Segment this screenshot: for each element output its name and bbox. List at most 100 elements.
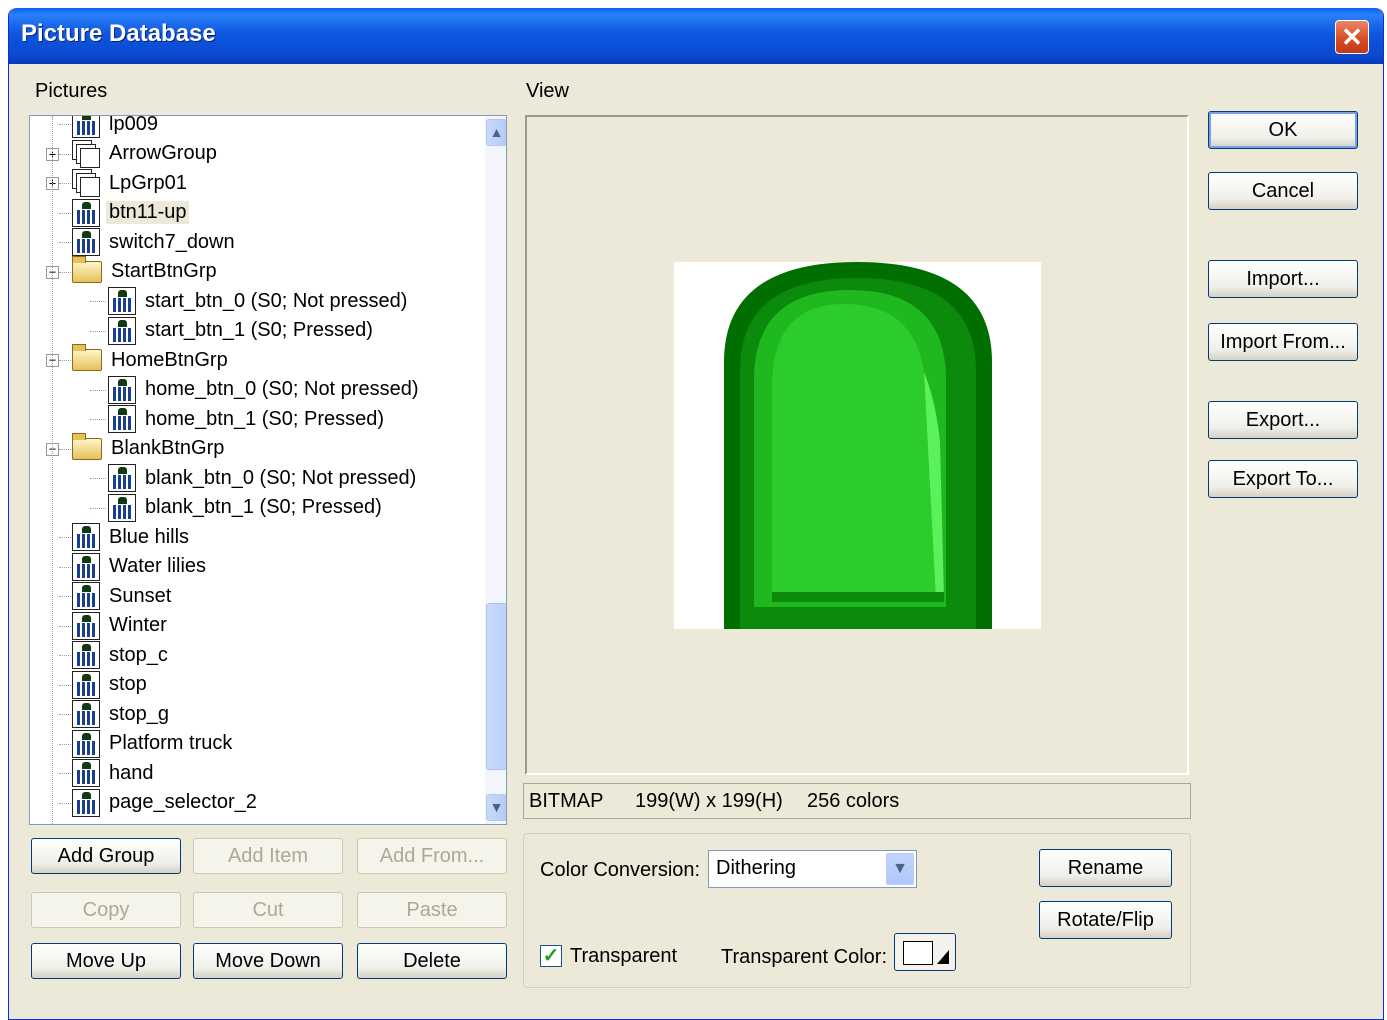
tree-item[interactable]: Winter [72, 611, 170, 640]
tree-item[interactable]: Blue hills [72, 523, 192, 551]
cancel-button[interactable]: Cancel [1208, 172, 1358, 210]
transparent-color-picker[interactable] [894, 933, 956, 971]
paste-button[interactable]: Paste [357, 892, 507, 928]
tree-item-label: home_btn_1 (S0; Pressed) [145, 407, 385, 430]
tree-item[interactable]: hand [72, 759, 157, 787]
scroll-down-button[interactable]: ▼ [486, 794, 506, 821]
picture-colors: 256 colors [807, 790, 900, 812]
tree-item-label: start_btn_1 (S0; Pressed) [145, 319, 373, 341]
cut-button[interactable]: Cut [193, 892, 343, 928]
tree-item[interactable]: page_selector_2 [72, 788, 260, 817]
tree-item-label: Platform truck [109, 732, 233, 754]
tree-item[interactable]: stop [72, 670, 150, 699]
tree-item-label: blank_btn_0 (S0; Not pressed) [145, 466, 417, 489]
import-from-button[interactable]: Import From... [1208, 323, 1358, 361]
tree-item[interactable]: start_btn_1 (S0; Pressed) [108, 316, 376, 345]
export-button[interactable]: Export... [1208, 401, 1358, 439]
tree-item[interactable]: blank_btn_0 (S0; Not pressed) [108, 464, 419, 492]
tree-item[interactable]: stop_c [72, 641, 171, 669]
tree-item[interactable]: StartBtnGrp [72, 255, 220, 286]
picture-icon [72, 198, 100, 227]
picture-info-bar: BITMAP 199(W) x 199(H) 256 colors [523, 783, 1191, 819]
tree-item-label: page_selector_2 [109, 791, 257, 813]
tree-item[interactable]: HomeBtnGrp [72, 344, 231, 374]
window-title: Picture Database [21, 20, 216, 47]
add-from-button[interactable]: Add From... [357, 838, 507, 874]
transparent-checkbox[interactable]: ✓ [540, 945, 562, 967]
tree-item[interactable]: blank_btn_1 (S0; Pressed) [108, 493, 385, 522]
color-conversion-label: Color Conversion: [540, 859, 701, 881]
tree-item[interactable]: home_btn_1 (S0; Pressed) [108, 405, 387, 433]
rename-button[interactable]: Rename [1039, 849, 1172, 887]
folder-open-icon [72, 255, 102, 283]
tree-item-label: stop_c [109, 643, 168, 666]
tree-item-label: start_btn_0 (S0; Not pressed) [145, 289, 408, 312]
checkmark-icon: ✓ [542, 945, 560, 967]
dropdown-triangle-icon [937, 950, 949, 964]
tree-scrollbar[interactable]: ▲ ▼ [485, 116, 506, 824]
picture-dimensions: 199(W) x 199(H) [635, 790, 783, 812]
tree-item[interactable]: BlankBtnGrp [72, 432, 227, 463]
picture-view [525, 115, 1189, 775]
tree-item[interactable]: start_btn_0 (S0; Not pressed) [108, 287, 410, 315]
move-up-button[interactable]: Move Up [31, 943, 181, 979]
tree-item[interactable]: ArrowGroup [72, 139, 220, 168]
tree-item[interactable]: Water lilies [72, 552, 209, 581]
scroll-thumb[interactable] [486, 603, 506, 770]
title-bar: Picture Database ✕ [9, 8, 1383, 64]
tree-item-label: StartBtnGrp [111, 260, 217, 282]
pictures-tree[interactable]: ▲ ▼ lp009 ArrowGroup + LpGrp01 + btn11-up swit… [29, 115, 507, 825]
transparent-color-label: Transparent Color: [721, 946, 887, 968]
tree-item-label: blank_btn_1 (S0; Pressed) [145, 496, 382, 518]
tree-item[interactable]: home_btn_0 (S0; Not pressed) [108, 375, 422, 404]
import-button[interactable]: Import... [1208, 260, 1358, 298]
pictures-label: Pictures [35, 80, 108, 102]
tree-item-label: home_btn_0 (S0; Not pressed) [145, 378, 419, 400]
color-swatch [903, 941, 933, 965]
move-down-button[interactable]: Move Down [193, 943, 343, 979]
close-button[interactable]: ✕ [1335, 20, 1369, 54]
picture-icon [72, 788, 100, 817]
tree-item[interactable]: lp009 [72, 116, 161, 138]
delete-button[interactable]: Delete [357, 943, 507, 979]
tree-item-label: hand [109, 761, 154, 784]
export-to-button[interactable]: Export To... [1208, 460, 1358, 498]
picture-group-icon [72, 139, 100, 168]
copy-button[interactable]: Copy [31, 892, 181, 928]
picture-icon [72, 700, 100, 728]
chevron-down-icon[interactable]: ▼ [886, 853, 914, 885]
add-group-button[interactable]: Add Group [31, 838, 181, 874]
tree-item[interactable]: btn11-up [72, 198, 190, 227]
picture-icon [72, 670, 100, 699]
chevron-up-icon: ▲ [489, 124, 504, 140]
tree-item-label: BlankBtnGrp [111, 437, 225, 459]
tree-item[interactable]: stop_g [72, 700, 172, 728]
picture-icon [72, 641, 100, 669]
picture-icon [108, 464, 136, 492]
picture-icon [72, 116, 100, 138]
picture-icon [108, 405, 136, 433]
picture-icon [72, 582, 100, 610]
picture-group-icon [72, 169, 100, 197]
color-conversion-select[interactable]: Dithering ▼ [708, 850, 917, 888]
tree-item-label: switch7_down [109, 230, 235, 253]
tree-item[interactable]: Sunset [72, 582, 174, 610]
picture-icon [72, 523, 100, 551]
scroll-up-button[interactable]: ▲ [486, 119, 506, 146]
picture-icon [108, 316, 136, 345]
tree-item-label: HomeBtnGrp [111, 348, 228, 371]
tree-item-label: Winter [109, 614, 167, 636]
add-item-button[interactable]: Add Item [193, 838, 343, 874]
tree-item-label: stop_g [109, 702, 170, 725]
rotate-flip-button[interactable]: Rotate/Flip [1039, 901, 1172, 939]
tree-item[interactable]: switch7_down [72, 228, 238, 256]
chevron-down-icon: ▼ [489, 799, 504, 815]
folder-open-icon [72, 344, 102, 371]
green-button-image [724, 262, 992, 629]
ok-button[interactable]: OK [1208, 111, 1358, 149]
tree-item-label: Sunset [109, 584, 172, 607]
picture-database-dialog: Picture Database ✕ Pictures View ▲ ▼ lp0… [8, 8, 1384, 1020]
tree-item[interactable]: LpGrp01 [72, 169, 190, 197]
picture-icon [108, 287, 136, 315]
tree-item[interactable]: Platform truck [72, 729, 235, 758]
